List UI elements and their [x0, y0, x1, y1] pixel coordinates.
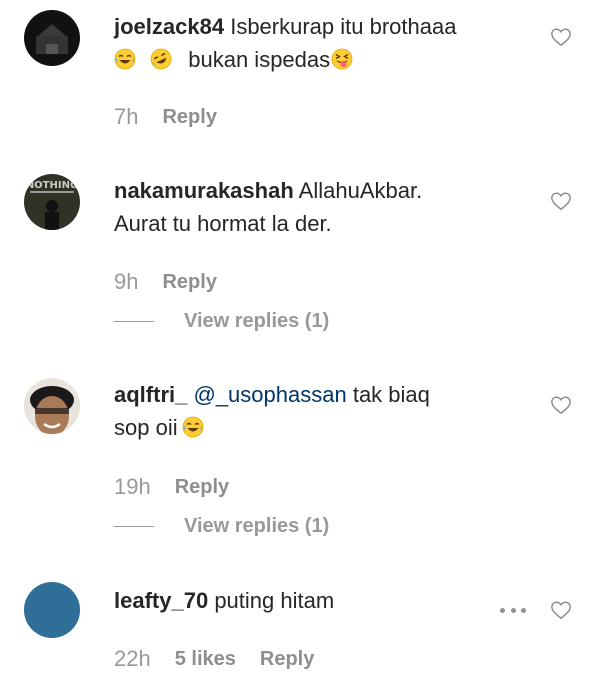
face-with-tears-of-joy-icon [114, 48, 136, 70]
timestamp[interactable]: 7h [114, 104, 138, 130]
heart-icon[interactable] [550, 26, 572, 48]
comment-body-line2: Aurat tu hormat la der. [114, 211, 332, 236]
comment-body: AllahuAkbar. [298, 178, 423, 203]
heart-icon[interactable] [550, 190, 572, 212]
username[interactable]: joelzack84 [114, 14, 224, 39]
reply-button[interactable]: Reply [175, 476, 229, 499]
comment-body-line2: bukan ispedas [188, 47, 331, 72]
reply-button[interactable]: Reply [162, 271, 216, 294]
face-with-tears-of-joy-icon [182, 416, 204, 438]
comment-meta: 7h Reply [114, 104, 217, 130]
username[interactable]: aqlftri_ [114, 382, 187, 407]
avatar[interactable]: NOTHING [24, 174, 80, 230]
divider-line [114, 321, 154, 322]
comment-meta: 9h Reply [114, 269, 217, 295]
heart-icon[interactable] [550, 599, 572, 621]
comment-meta: 19h Reply [114, 474, 229, 500]
likes-count[interactable]: 5 likes [175, 648, 236, 671]
username[interactable]: leafty_70 [114, 588, 208, 613]
view-replies-label[interactable]: View replies (1) [184, 310, 329, 333]
avatar[interactable] [24, 378, 80, 434]
comment-body: puting hitam [214, 588, 335, 613]
timestamp[interactable]: 9h [114, 269, 138, 295]
view-replies-button[interactable]: View replies (1) [114, 310, 329, 333]
timestamp[interactable]: 19h [114, 474, 151, 500]
reply-button[interactable]: Reply [162, 106, 216, 129]
username[interactable]: nakamurakashah [114, 178, 294, 203]
more-options-icon[interactable] [500, 606, 526, 614]
comment-text: aqlftri_ @_usophassan tak biaq sop oii [114, 378, 534, 444]
avatar-label: NOTHING [26, 180, 78, 191]
timestamp[interactable]: 22h [114, 646, 151, 672]
comment-text: joelzack84 Isberkurap itu brothaaa bukan… [114, 10, 534, 76]
squinting-face-with-tongue-icon [331, 48, 353, 70]
heart-icon[interactable] [550, 394, 572, 416]
reply-button[interactable]: Reply [260, 648, 314, 671]
view-replies-button[interactable]: View replies (1) [114, 515, 329, 538]
comment-body-line2: sop oii [114, 415, 178, 440]
comment-text: leafty_70 puting hitam [114, 584, 534, 617]
divider-line [114, 526, 154, 527]
comment-text: nakamurakashah AllahuAkbar. Aurat tu hor… [114, 174, 534, 240]
avatar[interactable] [24, 10, 80, 66]
comment-body: Isberkurap itu brothaaa [230, 14, 457, 39]
view-replies-label[interactable]: View replies (1) [184, 515, 329, 538]
rolling-on-floor-laughing-icon [150, 48, 172, 70]
mention-link[interactable]: @_usophassan [193, 382, 346, 407]
avatar[interactable] [24, 582, 80, 638]
comment-body: tak biaq [352, 382, 430, 407]
comment-meta: 22h 5 likes Reply [114, 646, 314, 672]
